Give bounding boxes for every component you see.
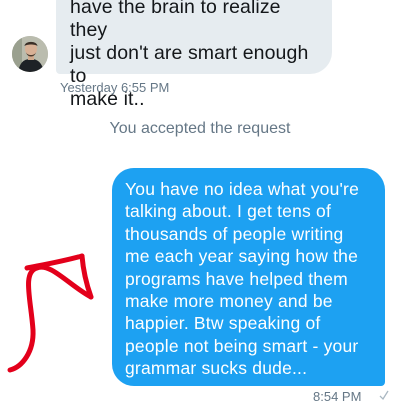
request-accepted-notice: You accepted the request bbox=[109, 120, 291, 137]
incoming-message-bubble: have the brain to realize they just don'… bbox=[56, 0, 332, 110]
outgoing-message-text: You have no idea what you're talking abo… bbox=[125, 179, 360, 379]
outgoing-message-bubble: You have no idea what you're talking abo… bbox=[112, 168, 385, 386]
avatar[interactable] bbox=[12, 36, 48, 72]
outgoing-timestamp: 8:54 PM bbox=[313, 389, 362, 404]
avatar-image bbox=[12, 36, 48, 72]
incoming-timestamp: Yesterday 6:55 PM bbox=[60, 80, 170, 95]
check-icon bbox=[379, 390, 389, 401]
